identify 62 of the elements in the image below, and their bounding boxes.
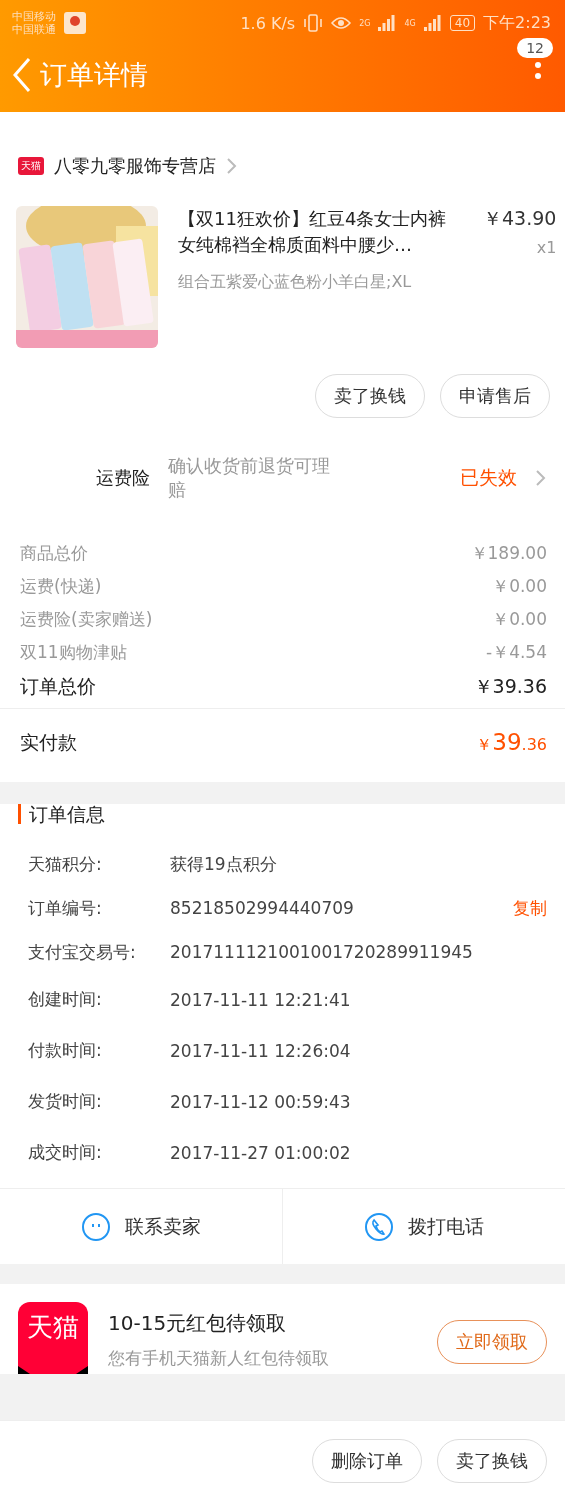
info-value: 获得19点积分 [170,852,278,876]
insurance-description: 确认收货前退货可理赔 [168,454,331,502]
phone-icon [364,1211,394,1242]
battery-level: 40 [449,15,476,31]
network-type: 4G [404,18,416,28]
carrier-name: 中国移动 [12,10,56,23]
total-value: ￥39.36 [473,674,547,699]
promo-title: 10-15元红包待领取 [108,1310,288,1337]
price-value: ￥0.00 [492,575,547,598]
info-value: 2017-11-12 00:59:43 [170,1090,352,1114]
price-value: ￥189.00 [470,542,547,565]
action-button[interactable]: 卖了换钱 [437,1438,547,1483]
clock-time: 下午2:23 [483,12,551,34]
chevron-right-icon [535,469,547,487]
network-type: 2G [359,18,371,28]
info-label: 发货时间: [28,1090,103,1113]
price-value: -￥4.54 [486,641,547,664]
store-badge: 天猫 [18,157,44,175]
promo-subtitle: 您有手机天猫新人红包待领取 [108,1347,330,1370]
product-title[interactable]: 【双11狂欢价】红豆4条女士内裤女纯棉裆全棉质面料中腰少… [178,206,463,258]
store-name[interactable]: 八零九零服饰专营店 [54,154,216,178]
network-speed: 1.6 K/s [240,13,296,33]
info-value: 2017111121001001720289911945 [170,941,474,964]
info-value: 85218502994440709 [170,897,355,920]
price-value: ￥0.00 [492,608,547,631]
total-label: 订单总价 [20,674,96,699]
info-label: 天猫积分: [28,852,103,876]
price-label: 商品总价 [20,542,88,565]
product-quantity: x1 [536,238,557,257]
carrier-name: 中国联通 [12,23,56,36]
info-value: 2017-11-27 01:00:02 [170,1141,352,1165]
chevron-right-icon [226,157,238,175]
info-value: 2017-11-11 12:26:04 [170,1039,352,1063]
price-label: 双11购物津贴 [20,641,127,664]
more-menu-icon[interactable] [535,62,541,79]
product-sku: 组合五紫爱心蓝色粉小羊白星;XL [178,272,413,293]
app-logo: 天猫 [18,1302,88,1374]
info-label: 支付宝交易号: [28,940,137,964]
price-label: 运费险(卖家赠送) [20,608,153,631]
paid-label: 实付款 [20,729,77,755]
info-value: 2017-11-11 12:21:41 [170,988,352,1012]
insurance-label: 运费险 [96,466,150,490]
info-label: 订单编号: [28,896,103,920]
vibrate-icon [303,14,324,32]
price-label: 运费(快递) [20,575,102,598]
info-label: 付款时间: [28,1039,103,1062]
action-button[interactable]: 删除订单 [312,1438,422,1483]
paid-amount: ￥39.36 [476,729,547,756]
signal-icon [378,15,397,31]
chat-face-icon [81,1211,111,1242]
notification-count: 12 [517,38,553,58]
back-icon[interactable] [12,57,32,93]
product-price: ￥43.90 [483,206,557,231]
section-title: 订单信息 [18,804,565,824]
action-button[interactable]: 卖了换钱 [315,374,425,418]
eye-icon [331,16,352,30]
action-button[interactable]: 申请售后 [440,374,550,418]
page-title: 订单详情 [40,58,148,92]
insurance-status: 已失效 [460,465,517,490]
info-label: 成交时间: [28,1141,103,1164]
info-label: 创建时间: [28,988,103,1011]
signal-icon [423,15,442,31]
